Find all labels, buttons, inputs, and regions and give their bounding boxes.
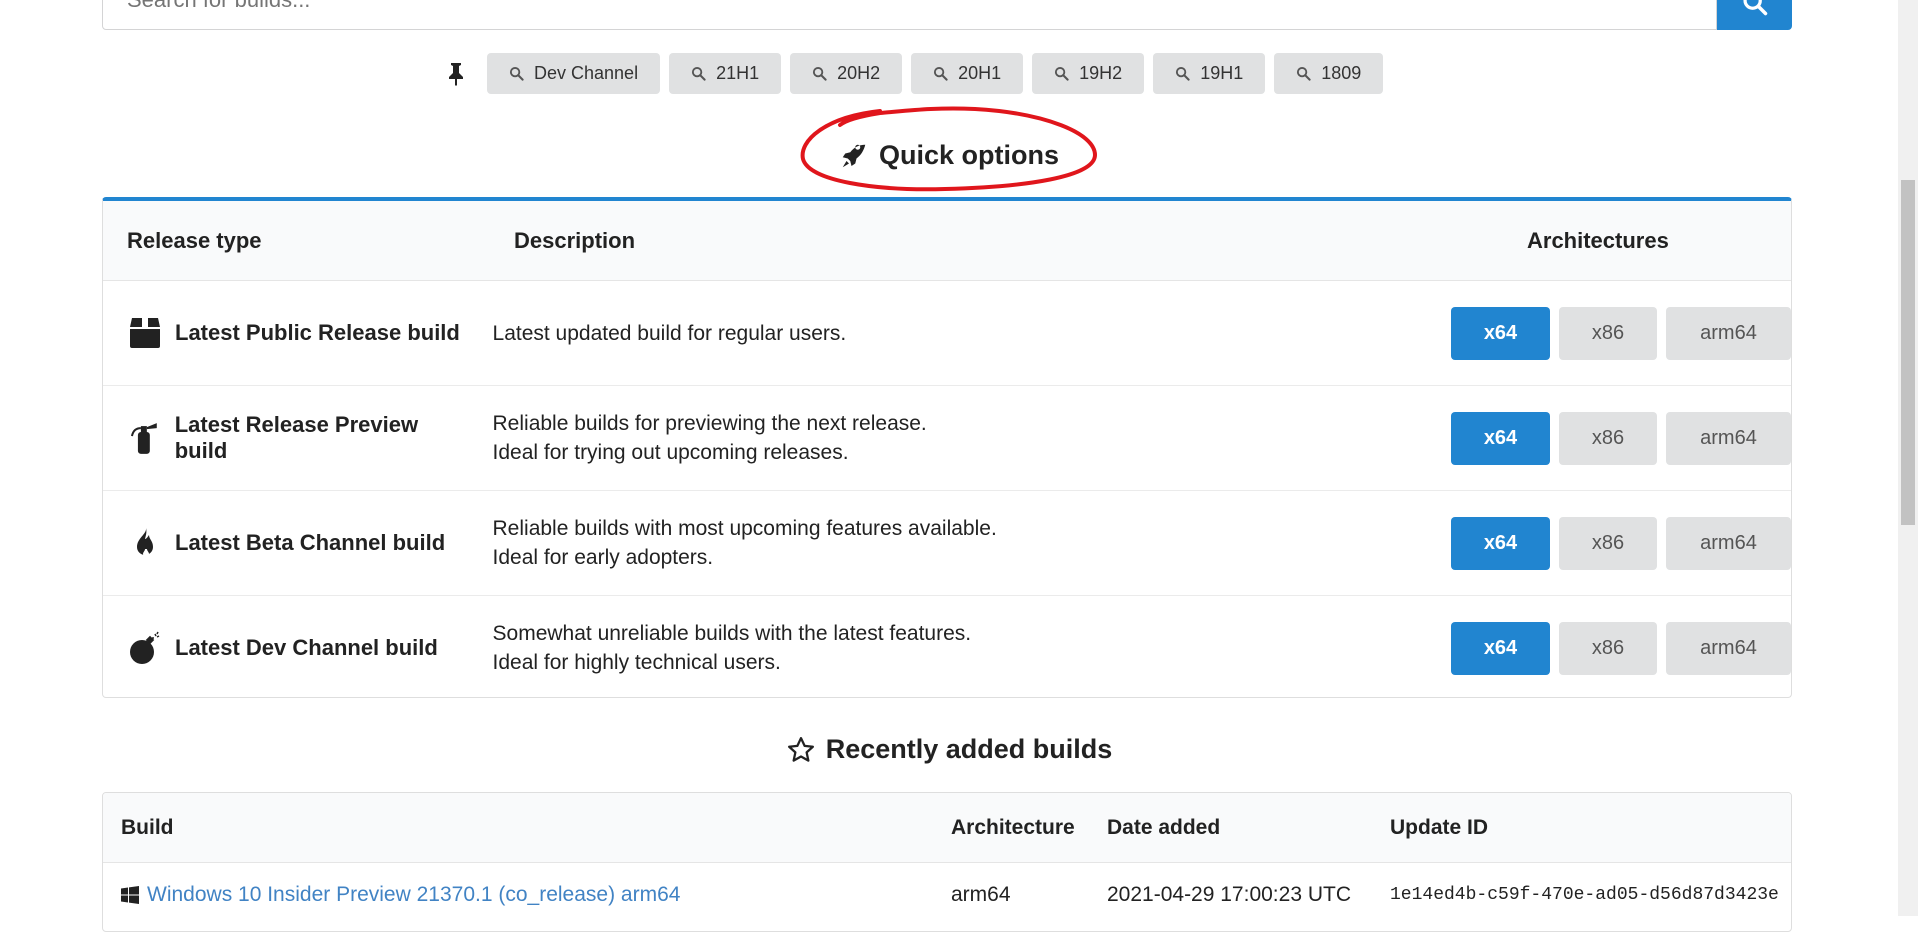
x64-button[interactable]: x64 — [1451, 516, 1550, 570]
column-header: Build — [121, 815, 174, 839]
description-line: Ideal for early adopters. — [492, 546, 714, 569]
x64-button[interactable]: x64 — [1451, 411, 1550, 465]
tag-label: 1809 — [1321, 63, 1362, 83]
column-header: Release type — [127, 227, 262, 253]
search-icon — [1297, 66, 1311, 81]
column-header: Architectures — [1527, 227, 1669, 253]
table-header: Release type Description Architectures — [103, 201, 1791, 281]
x64-button[interactable]: x64 — [1451, 621, 1550, 675]
column-header: Date added — [1107, 815, 1221, 839]
release-type-label: Latest Beta Channel build — [175, 530, 446, 555]
table-row: Windows 10 Insider Preview 21370.1 (co_r… — [103, 863, 1791, 926]
description-line: Somewhat unreliable builds with the late… — [492, 622, 972, 645]
table-row: Latest Release Preview build Reliable bu… — [103, 386, 1791, 491]
search-input[interactable] — [102, 0, 1717, 30]
search-icon — [692, 66, 706, 81]
release-type-label: Latest Public Release build — [175, 320, 460, 345]
description-line: Ideal for highly technical users. — [492, 651, 781, 674]
search-icon — [509, 66, 524, 81]
tag-label: Dev Channel — [534, 63, 639, 83]
update-id: 1e14ed4b-c59f-470e-ad05-d56d87d3423e — [1390, 884, 1779, 905]
page: Dev Channel 21H1 20H2 20H1 19H2 19H1 180… — [0, 0, 1898, 932]
table-header: Build Architecture Date added Update ID — [103, 793, 1791, 863]
tag-19h2[interactable]: 19H2 — [1032, 53, 1145, 94]
arm64-button[interactable]: arm64 — [1666, 621, 1791, 675]
build-arch: arm64 — [951, 882, 1011, 906]
search-icon — [1742, 0, 1767, 16]
recent-builds-title: Recently added builds — [825, 734, 1113, 764]
scrollbar-thumb[interactable] — [1901, 180, 1915, 525]
search-icon — [1055, 66, 1069, 81]
description-line: Ideal for trying out upcoming releases. — [492, 441, 849, 464]
quick-tags: Dev Channel 21H1 20H2 20H1 19H2 19H1 180… — [446, 53, 1384, 94]
description-line: Reliable builds with most upcoming featu… — [492, 517, 997, 540]
tag-dev-channel[interactable]: Dev Channel — [487, 53, 661, 94]
tag-1809[interactable]: 1809 — [1274, 53, 1384, 94]
red-annotation-circle — [800, 106, 1098, 192]
search-bar — [102, 0, 1792, 30]
box-icon — [130, 318, 160, 348]
windows-icon — [121, 885, 139, 904]
bomb-icon — [130, 631, 160, 664]
search-icon — [813, 66, 827, 81]
build-name: Windows 10 Insider Preview 21370.1 (co_r… — [147, 882, 681, 906]
search-button[interactable] — [1717, 0, 1792, 30]
fire-icon — [137, 528, 153, 557]
x86-button[interactable]: x86 — [1559, 621, 1657, 675]
x64-button[interactable]: x64 — [1451, 306, 1550, 360]
column-header: Architecture — [951, 815, 1075, 839]
tag-20h2[interactable]: 20H2 — [790, 53, 903, 94]
tag-20h1[interactable]: 20H1 — [911, 53, 1024, 94]
x86-button[interactable]: x86 — [1559, 411, 1657, 465]
recent-builds-heading: Recently added builds — [0, 734, 1898, 765]
fire-extinguisher-icon — [130, 423, 157, 454]
tag-label: 20H1 — [958, 63, 1002, 83]
tag-label: 20H2 — [837, 63, 881, 83]
arm64-button[interactable]: arm64 — [1666, 516, 1791, 570]
tag-21h1[interactable]: 21H1 — [669, 53, 782, 94]
tag-label: 19H1 — [1200, 63, 1244, 83]
description-line: Reliable builds for previewing the next … — [492, 412, 927, 435]
star-icon — [787, 736, 814, 762]
description-line: Latest updated build for regular users. — [492, 321, 847, 345]
release-type-label: Latest Dev Channel build — [175, 635, 438, 660]
release-type-label: Latest Release Preview build — [174, 412, 419, 463]
table-row: Latest Public Release build Latest updat… — [103, 281, 1791, 386]
search-icon — [934, 66, 948, 81]
tag-label: 19H2 — [1079, 63, 1123, 83]
build-date: 2021-04-29 17:00:23 UTC — [1107, 882, 1351, 906]
column-header: Update ID — [1390, 815, 1489, 839]
quick-options-table: Release type Description Architectures L… — [102, 197, 1792, 698]
column-header: Description — [514, 227, 636, 253]
x86-button[interactable]: x86 — [1559, 306, 1657, 360]
tag-label: 21H1 — [716, 63, 760, 83]
x86-button[interactable]: x86 — [1559, 516, 1657, 570]
tag-19h1[interactable]: 19H1 — [1153, 53, 1266, 94]
table-row: Latest Beta Channel build Reliable build… — [103, 491, 1791, 596]
build-link[interactable]: Windows 10 Insider Preview 21370.1 (co_r… — [121, 883, 951, 907]
vertical-scrollbar[interactable] — [1898, 0, 1918, 916]
search-icon — [1176, 66, 1190, 81]
table-row: Latest Dev Channel build Somewhat unreli… — [103, 596, 1791, 700]
pin-icon — [449, 62, 463, 86]
arm64-button[interactable]: arm64 — [1666, 411, 1791, 465]
recent-builds-table: Build Architecture Date added Update ID … — [102, 792, 1792, 932]
arm64-button[interactable]: arm64 — [1666, 306, 1791, 360]
